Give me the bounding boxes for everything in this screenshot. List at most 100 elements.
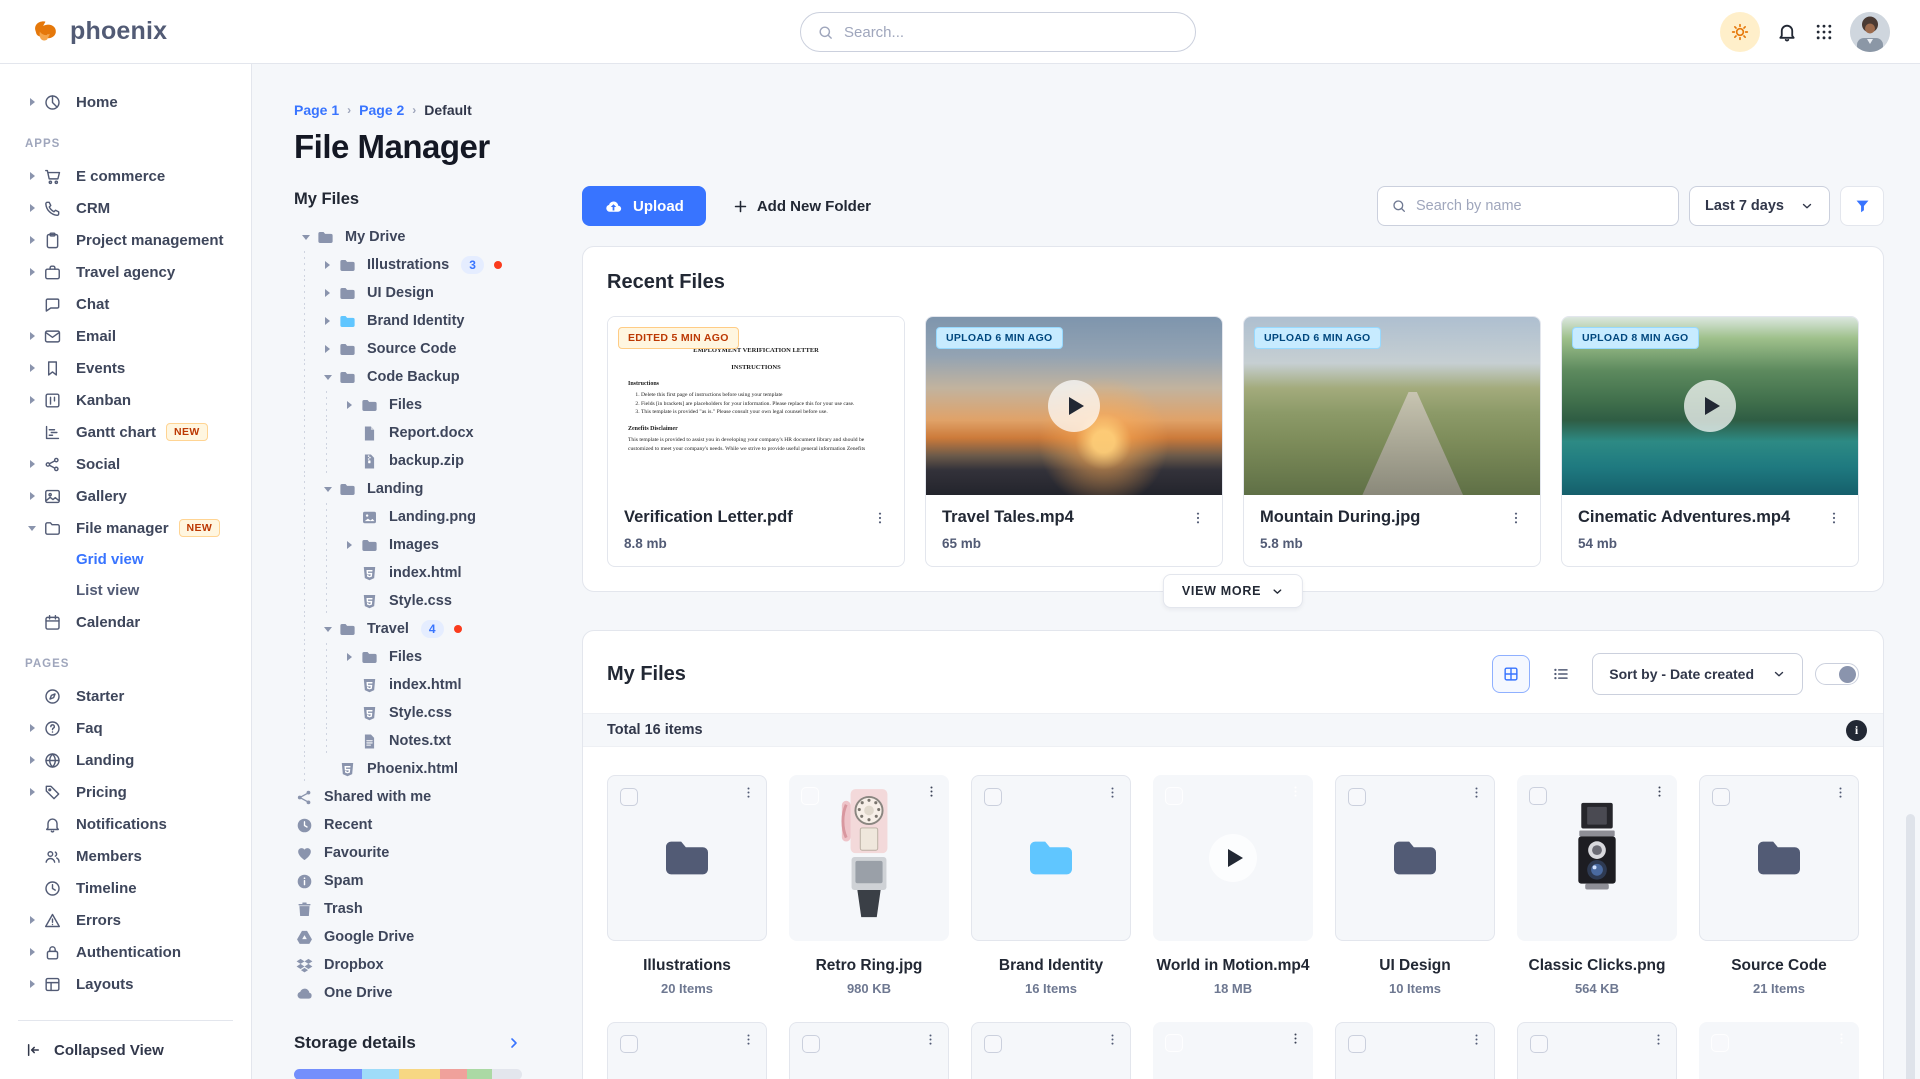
kebab-menu-button[interactable]: [1833, 785, 1848, 800]
kebab-menu-button[interactable]: [1826, 510, 1842, 526]
play-icon[interactable]: [1209, 834, 1257, 882]
kebab-menu-button[interactable]: [1651, 1032, 1666, 1047]
file-card-file-lines-12[interactable]: [1517, 1022, 1677, 1079]
play-icon[interactable]: [1684, 380, 1736, 432]
tree-link-dropbox[interactable]: Dropbox: [294, 951, 552, 979]
list-view-button[interactable]: [1542, 655, 1580, 693]
tree-link-google-drive[interactable]: Google Drive: [294, 923, 552, 951]
file-card-world-in-motion-mp4[interactable]: World in Motion.mp418 MB: [1153, 775, 1313, 996]
tree-node-style-css[interactable]: Style.css: [294, 587, 552, 615]
sidebar-item-errors[interactable]: Errors: [18, 904, 239, 936]
sidebar-item-calendar[interactable]: Calendar: [18, 606, 239, 638]
sidebar-item-social[interactable]: Social: [18, 448, 239, 480]
tree-node-source-code[interactable]: Source Code: [294, 335, 552, 363]
tree-node-phoenix-html[interactable]: Phoenix.html: [294, 755, 552, 783]
sidebar-item-starter[interactable]: Starter: [18, 680, 239, 712]
sidebar-item-chat[interactable]: Chat: [18, 288, 239, 320]
file-tile[interactable]: [1153, 775, 1313, 941]
storage-details-button[interactable]: Storage details: [294, 1033, 522, 1053]
file-tile[interactable]: [789, 775, 949, 941]
tree-node-illustrations[interactable]: Illustrations3: [294, 251, 552, 279]
sidebar-item-members[interactable]: Members: [18, 840, 239, 872]
theme-toggle-button[interactable]: [1720, 12, 1760, 52]
file-card-file-page-8[interactable]: [789, 1022, 949, 1079]
file-card-illustrations[interactable]: Illustrations20 Items: [607, 775, 767, 996]
sidebar-item-file-manager[interactable]: File managerNEW: [18, 512, 239, 544]
sidebar-item-grid-view[interactable]: Grid view: [18, 544, 239, 575]
tree-node-travel[interactable]: Travel4: [294, 615, 552, 643]
sidebar-item-notifications[interactable]: Notifications: [18, 808, 239, 840]
tree-node-backup-zip[interactable]: backup.zip: [294, 447, 552, 475]
file-card-file-video-9[interactable]: [971, 1022, 1131, 1079]
view-toggle-switch[interactable]: [1815, 663, 1859, 685]
view-more-button[interactable]: VIEW MORE: [1163, 574, 1303, 608]
tree-node-landing[interactable]: Landing: [294, 475, 552, 503]
sidebar-item-crm[interactable]: CRM: [18, 192, 239, 224]
search-input[interactable]: [844, 24, 1179, 41]
sidebar-item-faq[interactable]: Faq: [18, 712, 239, 744]
file-tile[interactable]: [971, 775, 1131, 941]
kebab-menu-button[interactable]: [1288, 1031, 1303, 1046]
tree-node-files[interactable]: Files: [294, 643, 552, 671]
checkbox[interactable]: [984, 788, 1002, 806]
tree-link-spam[interactable]: Spam: [294, 867, 552, 895]
sort-select[interactable]: Sort by - Date created: [1592, 653, 1803, 695]
file-card-classic-clicks-png[interactable]: Classic Clicks.png564 KB: [1517, 775, 1677, 996]
recent-card-mountain-during-jpg[interactable]: UPLOAD 6 MIN AGOMountain During.jpg5.8 m…: [1243, 316, 1541, 567]
brand-logo[interactable]: phoenix: [30, 17, 167, 47]
checkbox[interactable]: [620, 788, 638, 806]
tree-link-trash[interactable]: Trash: [294, 895, 552, 923]
collapse-view-button[interactable]: Collapsed View: [18, 1020, 233, 1079]
checkbox[interactable]: [1711, 1034, 1729, 1052]
kebab-menu-button[interactable]: [1288, 784, 1303, 799]
kebab-menu-button[interactable]: [741, 785, 756, 800]
recent-card-cinematic-adventures-mp4[interactable]: UPLOAD 8 MIN AGOCinematic Adventures.mp4…: [1561, 316, 1859, 567]
tree-node-ui-design[interactable]: UI Design: [294, 279, 552, 307]
global-search[interactable]: [800, 12, 1196, 52]
kebab-menu-button[interactable]: [1190, 510, 1206, 526]
file-tile[interactable]: [607, 775, 767, 941]
sidebar-item-gantt-chart[interactable]: Gantt chartNEW: [18, 416, 239, 448]
tree-node-style-css[interactable]: Style.css: [294, 699, 552, 727]
file-tile[interactable]: [789, 1022, 949, 1079]
file-card-source-code[interactable]: Source Code21 Items: [1699, 775, 1859, 996]
file-tile[interactable]: [1699, 1022, 1859, 1079]
breadcrumb-page1[interactable]: Page 1: [294, 102, 339, 118]
kebab-menu-button[interactable]: [1105, 785, 1120, 800]
sidebar-item-kanban[interactable]: Kanban: [18, 384, 239, 416]
tree-node-images[interactable]: Images: [294, 531, 552, 559]
checkbox[interactable]: [1165, 1034, 1183, 1052]
file-tile[interactable]: [971, 1022, 1131, 1079]
file-card-retro-ring-jpg[interactable]: Retro Ring.jpg980 KB: [789, 775, 949, 996]
file-card-file-page-11[interactable]: [1335, 1022, 1495, 1079]
tree-node-notes-txt[interactable]: Notes.txt: [294, 727, 552, 755]
checkbox[interactable]: [802, 1035, 820, 1053]
checkbox[interactable]: [1530, 1035, 1548, 1053]
sidebar-item-gallery[interactable]: Gallery: [18, 480, 239, 512]
tree-link-shared-with-me[interactable]: Shared with me: [294, 783, 552, 811]
recent-card-travel-tales-mp4[interactable]: UPLOAD 6 MIN AGOTravel Tales.mp465 mb: [925, 316, 1223, 567]
recent-card-verification-letter-pdf[interactable]: EMPLOYMENT VERIFICATION LETTERINSTRUCTIO…: [607, 316, 905, 567]
info-icon[interactable]: i: [1846, 720, 1867, 741]
checkbox[interactable]: [1348, 1035, 1366, 1053]
search-by-name[interactable]: [1377, 186, 1679, 226]
file-tile[interactable]: [1517, 775, 1677, 941]
sidebar-item-layouts[interactable]: Layouts: [18, 968, 239, 1000]
file-card-image-10[interactable]: [1153, 1022, 1313, 1079]
tree-link-one-drive[interactable]: One Drive: [294, 979, 552, 1007]
file-tile[interactable]: [607, 1022, 767, 1079]
kebab-menu-button[interactable]: [1469, 785, 1484, 800]
tree-node-my-drive[interactable]: My Drive: [294, 223, 552, 251]
upload-button[interactable]: Upload: [582, 186, 706, 226]
tree-node-index-html[interactable]: index.html: [294, 559, 552, 587]
apps-menu-button[interactable]: [1814, 22, 1834, 42]
tree-node-landing-png[interactable]: Landing.png: [294, 503, 552, 531]
file-tile[interactable]: [1335, 775, 1495, 941]
tree-node-index-html[interactable]: index.html: [294, 671, 552, 699]
date-range-select[interactable]: Last 7 days: [1689, 186, 1830, 226]
file-tile[interactable]: [1153, 1022, 1313, 1079]
checkbox[interactable]: [1165, 787, 1183, 805]
kebab-menu-button[interactable]: [741, 1032, 756, 1047]
kebab-menu-button[interactable]: [1508, 510, 1524, 526]
tree-node-code-backup[interactable]: Code Backup: [294, 363, 552, 391]
